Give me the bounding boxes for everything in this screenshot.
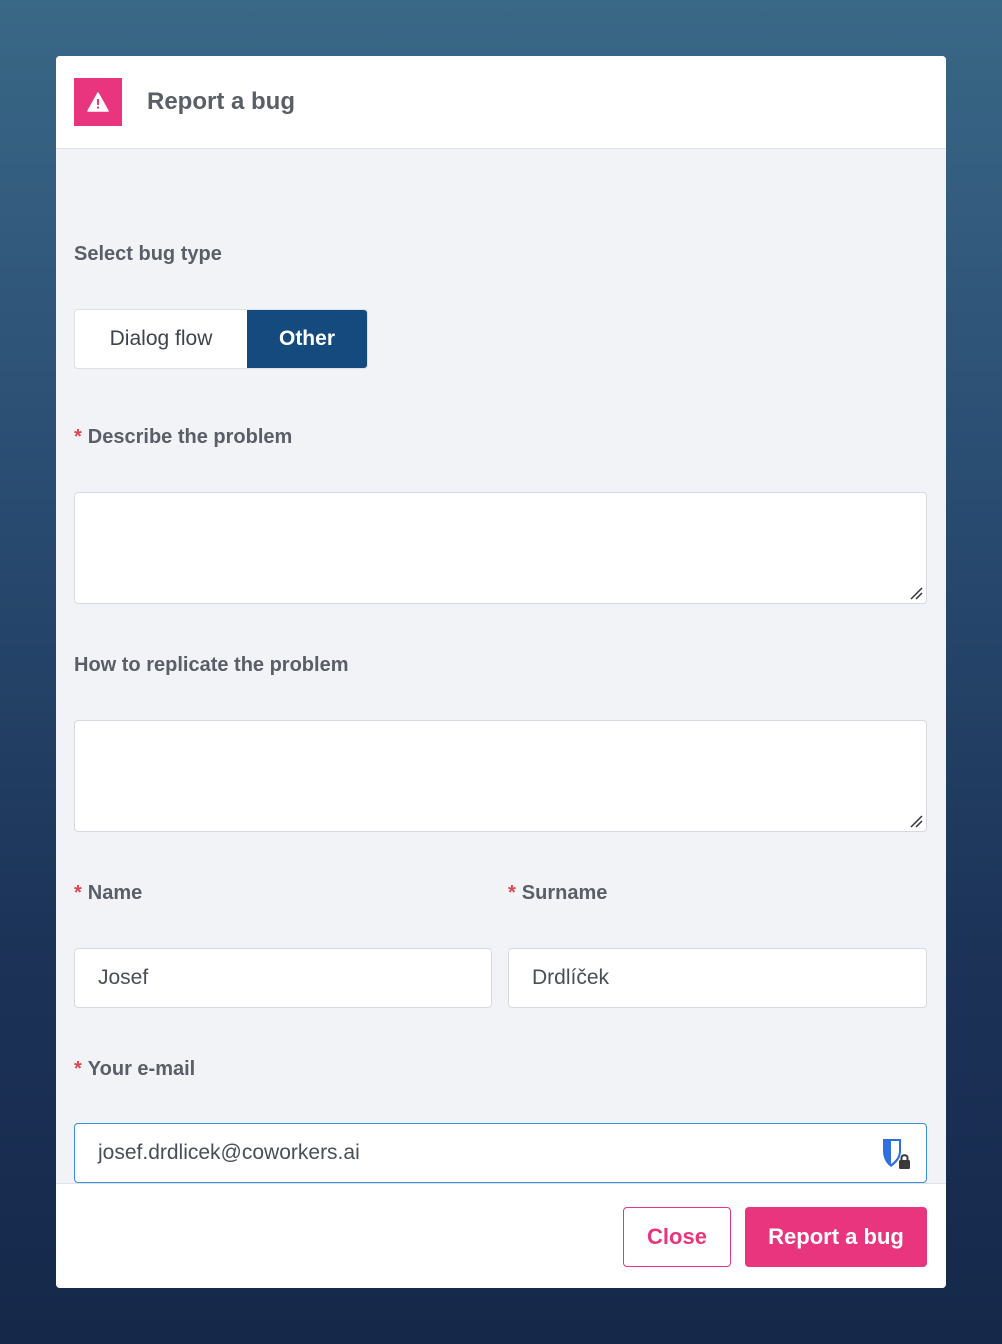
- password-manager-icon[interactable]: [880, 1136, 914, 1172]
- required-mark: *: [74, 1058, 82, 1080]
- surname-label-text: Surname: [521, 882, 608, 904]
- bug-type-option-other[interactable]: Other: [247, 310, 367, 368]
- email-label-text: Your e-mail: [87, 1058, 196, 1080]
- surname-input-value: Drdlíček: [532, 966, 610, 989]
- describe-problem-label-text: Describe the problem: [87, 426, 293, 448]
- required-mark: *: [508, 882, 516, 904]
- describe-problem-textarea[interactable]: [74, 492, 927, 604]
- dialog-footer: Close Report a bug: [56, 1183, 946, 1288]
- surname-label: * Surname: [508, 882, 607, 905]
- close-button[interactable]: Close: [623, 1207, 731, 1267]
- email-input[interactable]: josef.drdlicek@coworkers.ai: [74, 1123, 927, 1183]
- replicate-problem-textarea[interactable]: [74, 720, 927, 832]
- name-input[interactable]: Josef: [74, 948, 492, 1008]
- describe-problem-label: * Describe the problem: [74, 426, 292, 449]
- warning-icon: [74, 78, 122, 126]
- resize-handle-icon[interactable]: [909, 814, 923, 828]
- name-label: * Name: [74, 882, 142, 905]
- surname-input[interactable]: Drdlíček: [508, 948, 927, 1008]
- required-mark: *: [74, 426, 82, 448]
- name-label-text: Name: [87, 882, 143, 904]
- email-label: * Your e-mail: [74, 1058, 195, 1081]
- replicate-problem-label: How to replicate the problem: [74, 654, 349, 676]
- email-input-value: josef.drdlicek@coworkers.ai: [98, 1141, 360, 1164]
- report-bug-button[interactable]: Report a bug: [745, 1207, 927, 1267]
- resize-handle-icon[interactable]: [909, 586, 923, 600]
- required-mark: *: [74, 882, 82, 904]
- bug-type-label: Select bug type: [74, 243, 222, 265]
- report-bug-dialog: Report a bug Select bug type Dialog flow…: [56, 56, 946, 1288]
- bug-type-option-dialog-flow[interactable]: Dialog flow: [75, 310, 247, 368]
- dialog-title: Report a bug: [147, 88, 295, 115]
- name-input-value: Josef: [98, 966, 149, 989]
- dialog-header: Report a bug: [56, 56, 946, 149]
- bug-type-selector: Dialog flow Other: [74, 309, 368, 369]
